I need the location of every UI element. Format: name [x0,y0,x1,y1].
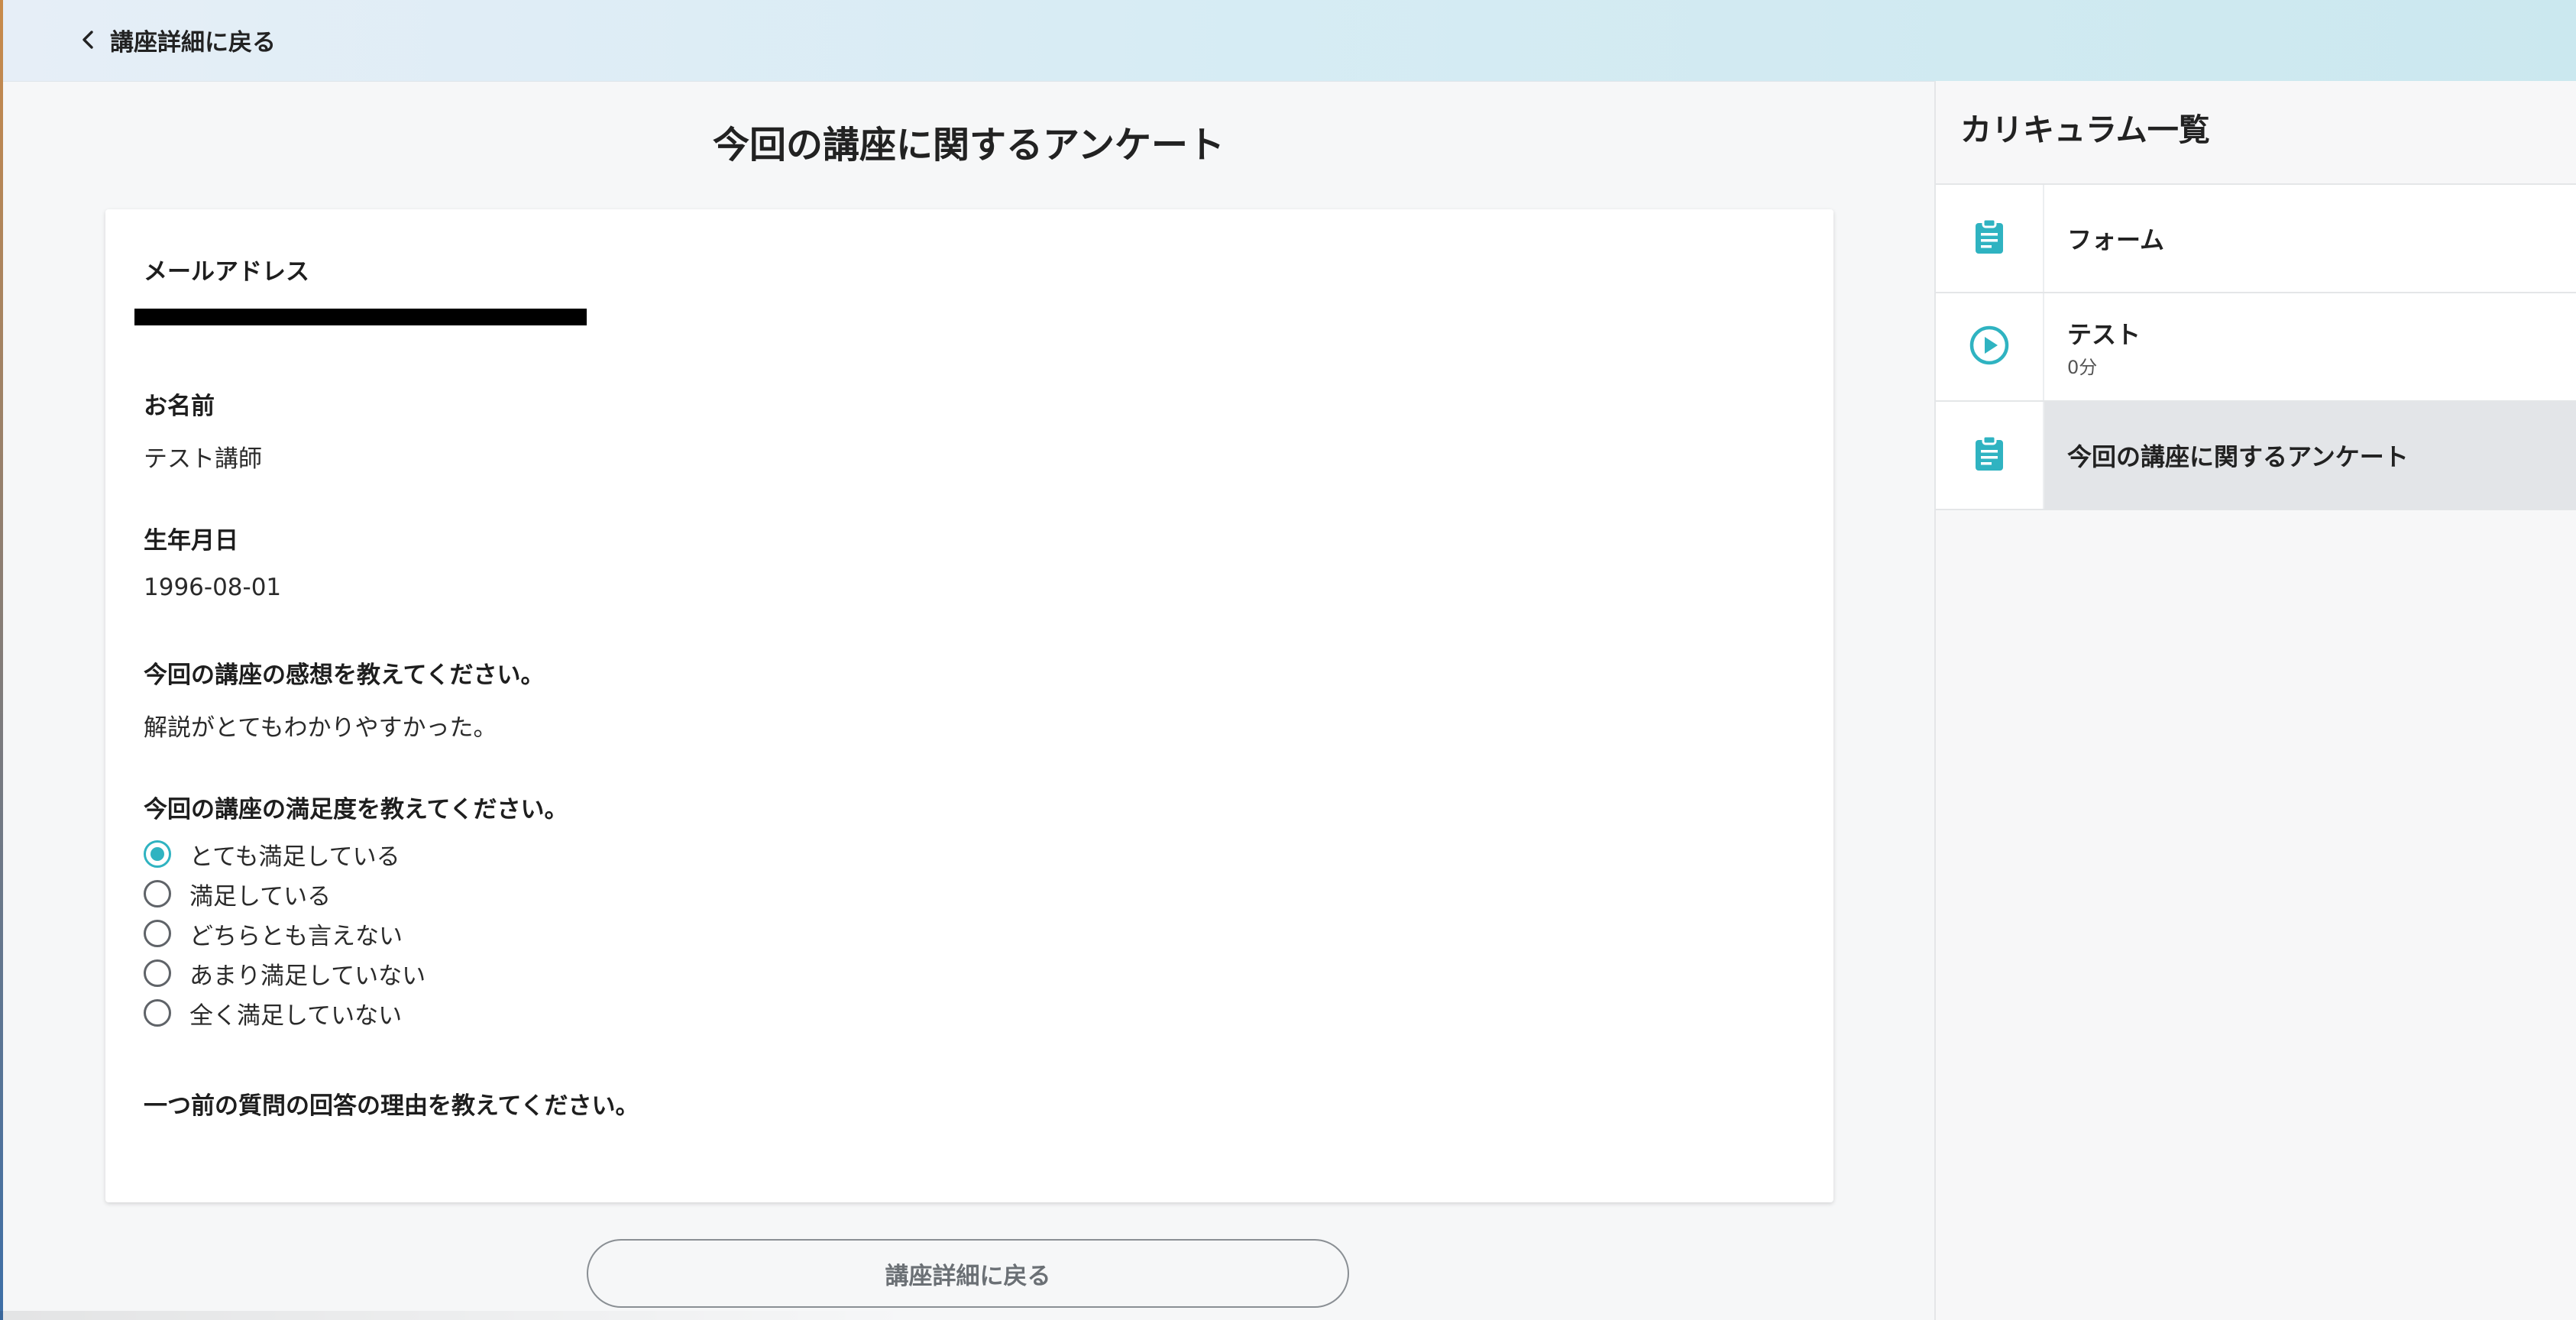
field-label: 生年月日 [144,527,238,555]
field-satisfaction: 今回の講座の満足度を教えてください。 [144,790,568,824]
main-content: 今回の講座に関するアンケート メールアドレス お名前 テスト講師 生年月日 19… [3,81,1934,1320]
curriculum-item-title: フォーム [2067,225,2165,254]
curriculum-item-title: テスト [2067,319,2141,349]
field-birthdate: 生年月日 1996-08-01 [144,521,281,601]
play-circle-icon [1969,325,2010,369]
radio-label: とても満足している [189,843,400,871]
curriculum-item-title: 今回の講座に関するアンケート [2067,442,2409,471]
back-link-label: 講座詳細に戻る [110,28,276,57]
radio-button[interactable] [144,920,171,947]
field-label: メールアドレス [144,258,309,286]
field-email: メールアドレス [144,252,309,286]
radio-button[interactable] [144,999,171,1027]
page-title: 今回の講座に関するアンケート [712,124,1225,167]
field-label: お名前 [144,393,215,420]
field-impression: 今回の講座の感想を教えてください。 解説がとてもわかりやすかった。 [144,655,545,742]
redacted-email-value [134,309,587,325]
radio-label: 満足している [189,882,332,911]
curriculum-item-form[interactable]: フォーム [1936,185,2576,293]
bottom-shadow [0,1311,917,1320]
radio-button-checked[interactable] [144,840,171,868]
radio-label: あまり満足していない [189,962,426,990]
field-name: お名前 テスト講師 [144,387,262,474]
field-reason: 一つ前の質問の回答の理由を教えてください。 [144,1086,639,1121]
radio-option[interactable]: どちらとも言えない [144,914,426,953]
top-bar: 講座詳細に戻る [3,0,2576,82]
clipboard-icon [1974,218,2005,258]
back-to-course-link[interactable]: 講座詳細に戻る [73,21,276,58]
radio-option[interactable]: 満足している [144,874,426,914]
field-value: 1996-08-01 [144,574,282,601]
clipboard-icon [1974,435,2005,475]
radio-option[interactable]: 全く満足していない [144,993,426,1033]
curriculum-list: フォーム テスト 0分 今回の講座に関するアンケート [1936,183,2576,510]
radio-option[interactable]: あまり満足していない [144,953,426,993]
radio-button[interactable] [144,959,171,987]
field-label: 今回の講座の満足度を教えてください。 [144,796,568,823]
curriculum-item-survey[interactable]: 今回の講座に関するアンケート [1936,402,2576,510]
curriculum-item-test[interactable]: テスト 0分 [1936,293,2576,402]
survey-answer-card: メールアドレス お名前 テスト講師 生年月日 1996-08-01 今回の講座の… [105,209,1833,1202]
sidebar-title: カリキュラム一覧 [1960,112,2210,148]
field-value: テスト講師 [144,445,262,473]
radio-button[interactable] [144,880,171,907]
field-value: 解説がとてもわかりやすかった。 [144,714,497,742]
radio-label: 全く満足していない [189,1001,403,1030]
field-label: 一つ前の質問の回答の理由を教えてください。 [144,1092,639,1120]
curriculum-item-duration: 0分 [2067,356,2098,378]
radio-label: どちらとも言えない [189,922,403,950]
field-label: 今回の講座の感想を教えてください。 [144,662,545,689]
satisfaction-radio-group: とても満足している 満足している どちらとも言えない あまり満足していない 全く… [144,834,426,1033]
back-to-course-button[interactable]: 講座詳細に戻る [587,1239,1349,1308]
chevron-left-icon [73,24,104,55]
curriculum-sidebar: カリキュラム一覧 フォーム テスト 0分 今回の講座に関するアンケート [1934,81,2576,1320]
radio-option[interactable]: とても満足している [144,834,426,874]
